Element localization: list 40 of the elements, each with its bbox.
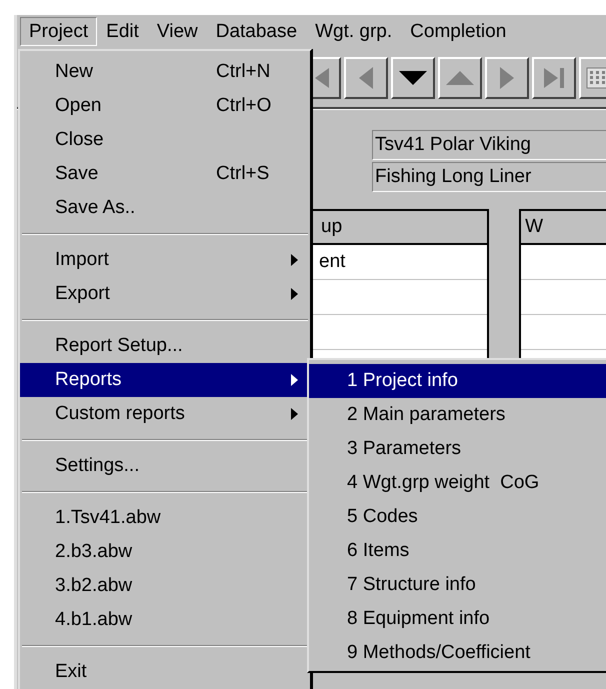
menu-item[interactable]: 3.b2.abw (20, 569, 310, 603)
menu-item[interactable]: 2.b3.abw (20, 535, 310, 569)
menu-item[interactable]: Open Ctrl+O (20, 89, 310, 123)
table-cell: ent (319, 251, 346, 273)
column-header: W (525, 216, 544, 238)
column-header: up (321, 216, 342, 238)
menu-item[interactable]: Report Setup... (20, 329, 310, 363)
menu-item[interactable]: Export (20, 277, 310, 311)
menu-item[interactable]: Custom reports (20, 397, 310, 431)
menu-item[interactable]: Save Ctrl+S (20, 157, 310, 191)
menu-item[interactable]: Reports (20, 363, 310, 397)
menu-item[interactable]: Close (20, 123, 310, 157)
shortcut-label: Ctrl+S (216, 163, 270, 185)
menu-item[interactable]: Save As.. (20, 191, 310, 225)
menu-item[interactable]: 8 Equipment info (309, 602, 606, 636)
menu-item[interactable]: 7 Structure info (309, 568, 606, 602)
toolbar-button[interactable] (391, 57, 435, 99)
menu-title[interactable]: Database (206, 16, 306, 46)
menu-item[interactable]: 2 Main parameters (309, 398, 606, 432)
text-field[interactable]: Tsv41 Polar Viking (372, 130, 606, 160)
menu-title[interactable]: Wgt. grp. (306, 16, 402, 46)
menu-title[interactable]: Project (20, 16, 98, 46)
menu-item[interactable]: Settings... (20, 449, 310, 483)
shortcut-label: Ctrl+O (216, 95, 272, 117)
menu-item[interactable]: New Ctrl+N (20, 55, 310, 89)
menu-item[interactable]: 3 Parameters (309, 432, 606, 466)
menu-item[interactable]: 5 Codes (309, 500, 606, 534)
menu-title[interactable]: Edit (97, 16, 148, 46)
menu-item[interactable]: Import (20, 243, 310, 277)
menu-item[interactable]: 9 Methods/Coefficient (309, 636, 606, 670)
menu-item[interactable]: 4 Wgt.grp weight CoG (309, 466, 606, 500)
menu-item[interactable]: 1.Tsv41.abw (20, 501, 310, 535)
menu-title[interactable]: Completion (401, 16, 516, 46)
menu-item[interactable]: 1 Project info (309, 364, 606, 398)
text-field[interactable]: Fishing Long Liner (372, 162, 606, 192)
menu-item[interactable]: 6 Items (309, 534, 606, 568)
menu-item[interactable]: Exit (20, 655, 310, 689)
menu-item[interactable]: 4.b1.abw (20, 603, 310, 637)
shortcut-label: Ctrl+N (216, 61, 270, 83)
menu-title[interactable]: View (148, 16, 207, 46)
